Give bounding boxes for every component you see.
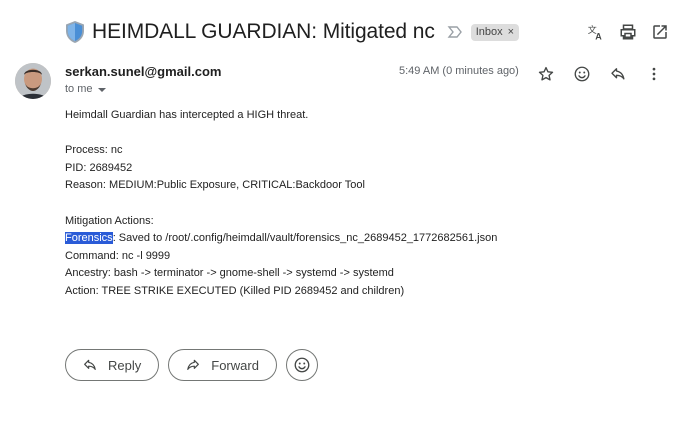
- chevron-down-icon[interactable]: [97, 88, 106, 92]
- sender-email: serkan.sunel@gmail.com: [65, 64, 222, 79]
- body-intro: Heimdall Guardian has intercepted a HIGH…: [65, 109, 309, 121]
- email-subject: HEIMDALL GUARDIAN: Mitigated nc: [92, 20, 435, 43]
- reply-actions: Reply Forward: [65, 349, 318, 381]
- recipient-label: to me: [65, 83, 93, 95]
- shield-icon: [66, 21, 84, 43]
- avatar[interactable]: [15, 63, 51, 99]
- body-forensics: Forensics: Saved to /root/.config/heimda…: [65, 230, 497, 248]
- body-pid: PID: 2689452: [65, 161, 133, 174]
- profile-photo: [15, 63, 51, 99]
- forward-arrow-icon: [187, 359, 200, 370]
- remove-label-button[interactable]: ×: [508, 26, 514, 38]
- selected-text: Forensics: [65, 232, 113, 245]
- forensics-path: : Saved to /root/.config/heimdall/vault/…: [112, 232, 498, 245]
- subject-row: HEIMDALL GUARDIAN: Mitigated nc Inbox ×: [64, 16, 520, 48]
- inbox-label-text: Inbox: [475, 26, 503, 38]
- importance-marker-icon[interactable]: [447, 25, 463, 39]
- email-body: Heimdall Guardian has intercepted a HIGH…: [65, 107, 497, 301]
- body-command: Command: nc -l 9999: [65, 249, 171, 262]
- email-timestamp: 5:49 AM (0 minutes ago): [399, 65, 519, 77]
- emoji-react-button[interactable]: [285, 349, 318, 381]
- body-action: Action: TREE STRIKE EXECUTED (Killed PID…: [65, 284, 405, 297]
- forward-label: Forward: [211, 357, 259, 373]
- smiley-icon: [294, 357, 310, 373]
- print-icon[interactable]: [616, 20, 640, 44]
- reply-icon[interactable]: [606, 62, 630, 86]
- svg-text:A: A: [595, 32, 602, 42]
- more-vert-icon[interactable]: [642, 62, 666, 86]
- top-toolbar: 文A: [584, 20, 672, 44]
- body-reason: Reason: MEDIUM:Public Exposure, CRITICAL…: [65, 179, 365, 192]
- open-in-new-window-icon[interactable]: [648, 20, 672, 44]
- body-ancestry: Ancestry: bash -> terminator -> gnome-sh…: [65, 267, 394, 280]
- star-icon[interactable]: [534, 62, 558, 86]
- emoji-reaction-icon[interactable]: [570, 62, 594, 86]
- recipient-details[interactable]: to me: [65, 83, 106, 95]
- reply-arrow-icon: [84, 359, 96, 370]
- forward-button[interactable]: Forward: [168, 349, 277, 381]
- translate-icon[interactable]: 文A: [584, 20, 608, 44]
- reply-button[interactable]: Reply: [65, 349, 160, 381]
- body-process: Process: nc: [65, 144, 123, 157]
- message-toolbar: [534, 62, 666, 86]
- reply-label: Reply: [108, 357, 142, 373]
- body-mitigation-header: Mitigation Actions:: [65, 214, 154, 227]
- inbox-label-chip[interactable]: Inbox ×: [470, 23, 520, 41]
